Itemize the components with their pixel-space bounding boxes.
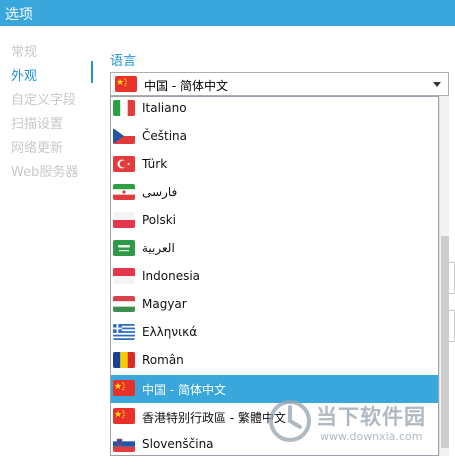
flag-hungary-icon xyxy=(113,296,135,312)
language-option-turk[interactable]: Türk xyxy=(111,151,438,179)
language-option-slovenscina[interactable]: Slovenščina xyxy=(111,431,438,455)
language-option-label: العربية xyxy=(142,241,175,255)
sidebar-item-network-update[interactable]: 网络更新 xyxy=(11,137,63,156)
flag-poland-icon xyxy=(113,212,135,228)
language-option-label: Indonesia xyxy=(142,269,201,283)
sidebar-item-web-server[interactable]: Web服务器 xyxy=(11,161,78,180)
language-select-value: 中国 - 简体中文 xyxy=(144,79,228,93)
window-title: 选项 xyxy=(5,7,33,23)
title-bar: 选项 xyxy=(0,0,455,26)
flag-hong-kong-icon xyxy=(113,408,135,424)
language-option-label: Slovenščina xyxy=(142,437,214,451)
language-option-polski[interactable]: Polski xyxy=(111,207,438,235)
dropdown-scrollbar[interactable] xyxy=(439,96,449,456)
language-select[interactable]: 中国 - 简体中文 xyxy=(110,72,449,96)
sidebar-item-appearance[interactable]: 外观 xyxy=(11,65,37,84)
sidebar-item-scan-settings[interactable]: 扫描设置 xyxy=(11,113,63,132)
language-dropdown-list[interactable]: Italiano Čeština Türk فارسی Polski العرب… xyxy=(110,96,439,456)
flag-indonesia-icon xyxy=(113,268,135,284)
language-option-greek[interactable]: Ελληνικά xyxy=(111,319,438,347)
language-option-label: Italiano xyxy=(142,101,187,115)
language-option-label: فارسی xyxy=(142,185,178,199)
flag-italy-icon xyxy=(113,100,135,116)
flag-greece-icon xyxy=(113,324,135,340)
scrollbar-thumb[interactable] xyxy=(441,236,449,448)
language-option-label: Polski xyxy=(142,213,177,227)
chevron-down-icon[interactable] xyxy=(433,82,441,87)
language-option-label: 中国 - 简体中文 xyxy=(142,383,226,397)
language-section-label: 语言 xyxy=(110,54,137,69)
language-option-magyar[interactable]: Magyar xyxy=(111,291,438,319)
sidebar-item-custom-fields[interactable]: 自定义字段 xyxy=(11,89,76,108)
flag-saudi-arabia-icon xyxy=(113,240,135,256)
flag-czech-icon xyxy=(113,128,135,144)
flag-china-icon xyxy=(113,380,135,396)
language-option-label: Türk xyxy=(142,157,168,171)
language-option-label: Čeština xyxy=(142,129,188,143)
language-option-chinese-traditional[interactable]: 香港特别行政區 - 繁體中文 xyxy=(111,403,438,431)
language-option-label: Ελληνικά xyxy=(142,325,198,339)
language-option-label: Român xyxy=(142,353,184,367)
sidebar-nav: 常规 外观 自定义字段 扫描设置 网络更新 Web服务器 xyxy=(0,26,95,469)
language-option-label: 香港特别行政區 - 繁體中文 xyxy=(142,411,286,425)
flag-romania-icon xyxy=(113,352,135,368)
language-option-label: Magyar xyxy=(142,297,187,311)
language-option-roman[interactable]: Român xyxy=(111,347,438,375)
language-option-italiano[interactable]: Italiano xyxy=(111,97,438,123)
language-option-farsi[interactable]: فارسی xyxy=(111,179,438,207)
language-option-arabic[interactable]: العربية xyxy=(111,235,438,263)
language-option-indonesia[interactable]: Indonesia xyxy=(111,263,438,291)
language-option-chinese-simplified[interactable]: 中国 - 简体中文 xyxy=(111,375,438,403)
flag-iran-icon xyxy=(113,184,135,200)
language-option-cestina[interactable]: Čeština xyxy=(111,123,438,151)
sidebar-item-general[interactable]: 常规 xyxy=(11,41,37,60)
flag-turkey-icon xyxy=(113,156,135,172)
flag-slovenia-icon xyxy=(113,436,135,452)
flag-china-icon xyxy=(115,76,137,92)
active-nav-indicator xyxy=(91,61,93,83)
